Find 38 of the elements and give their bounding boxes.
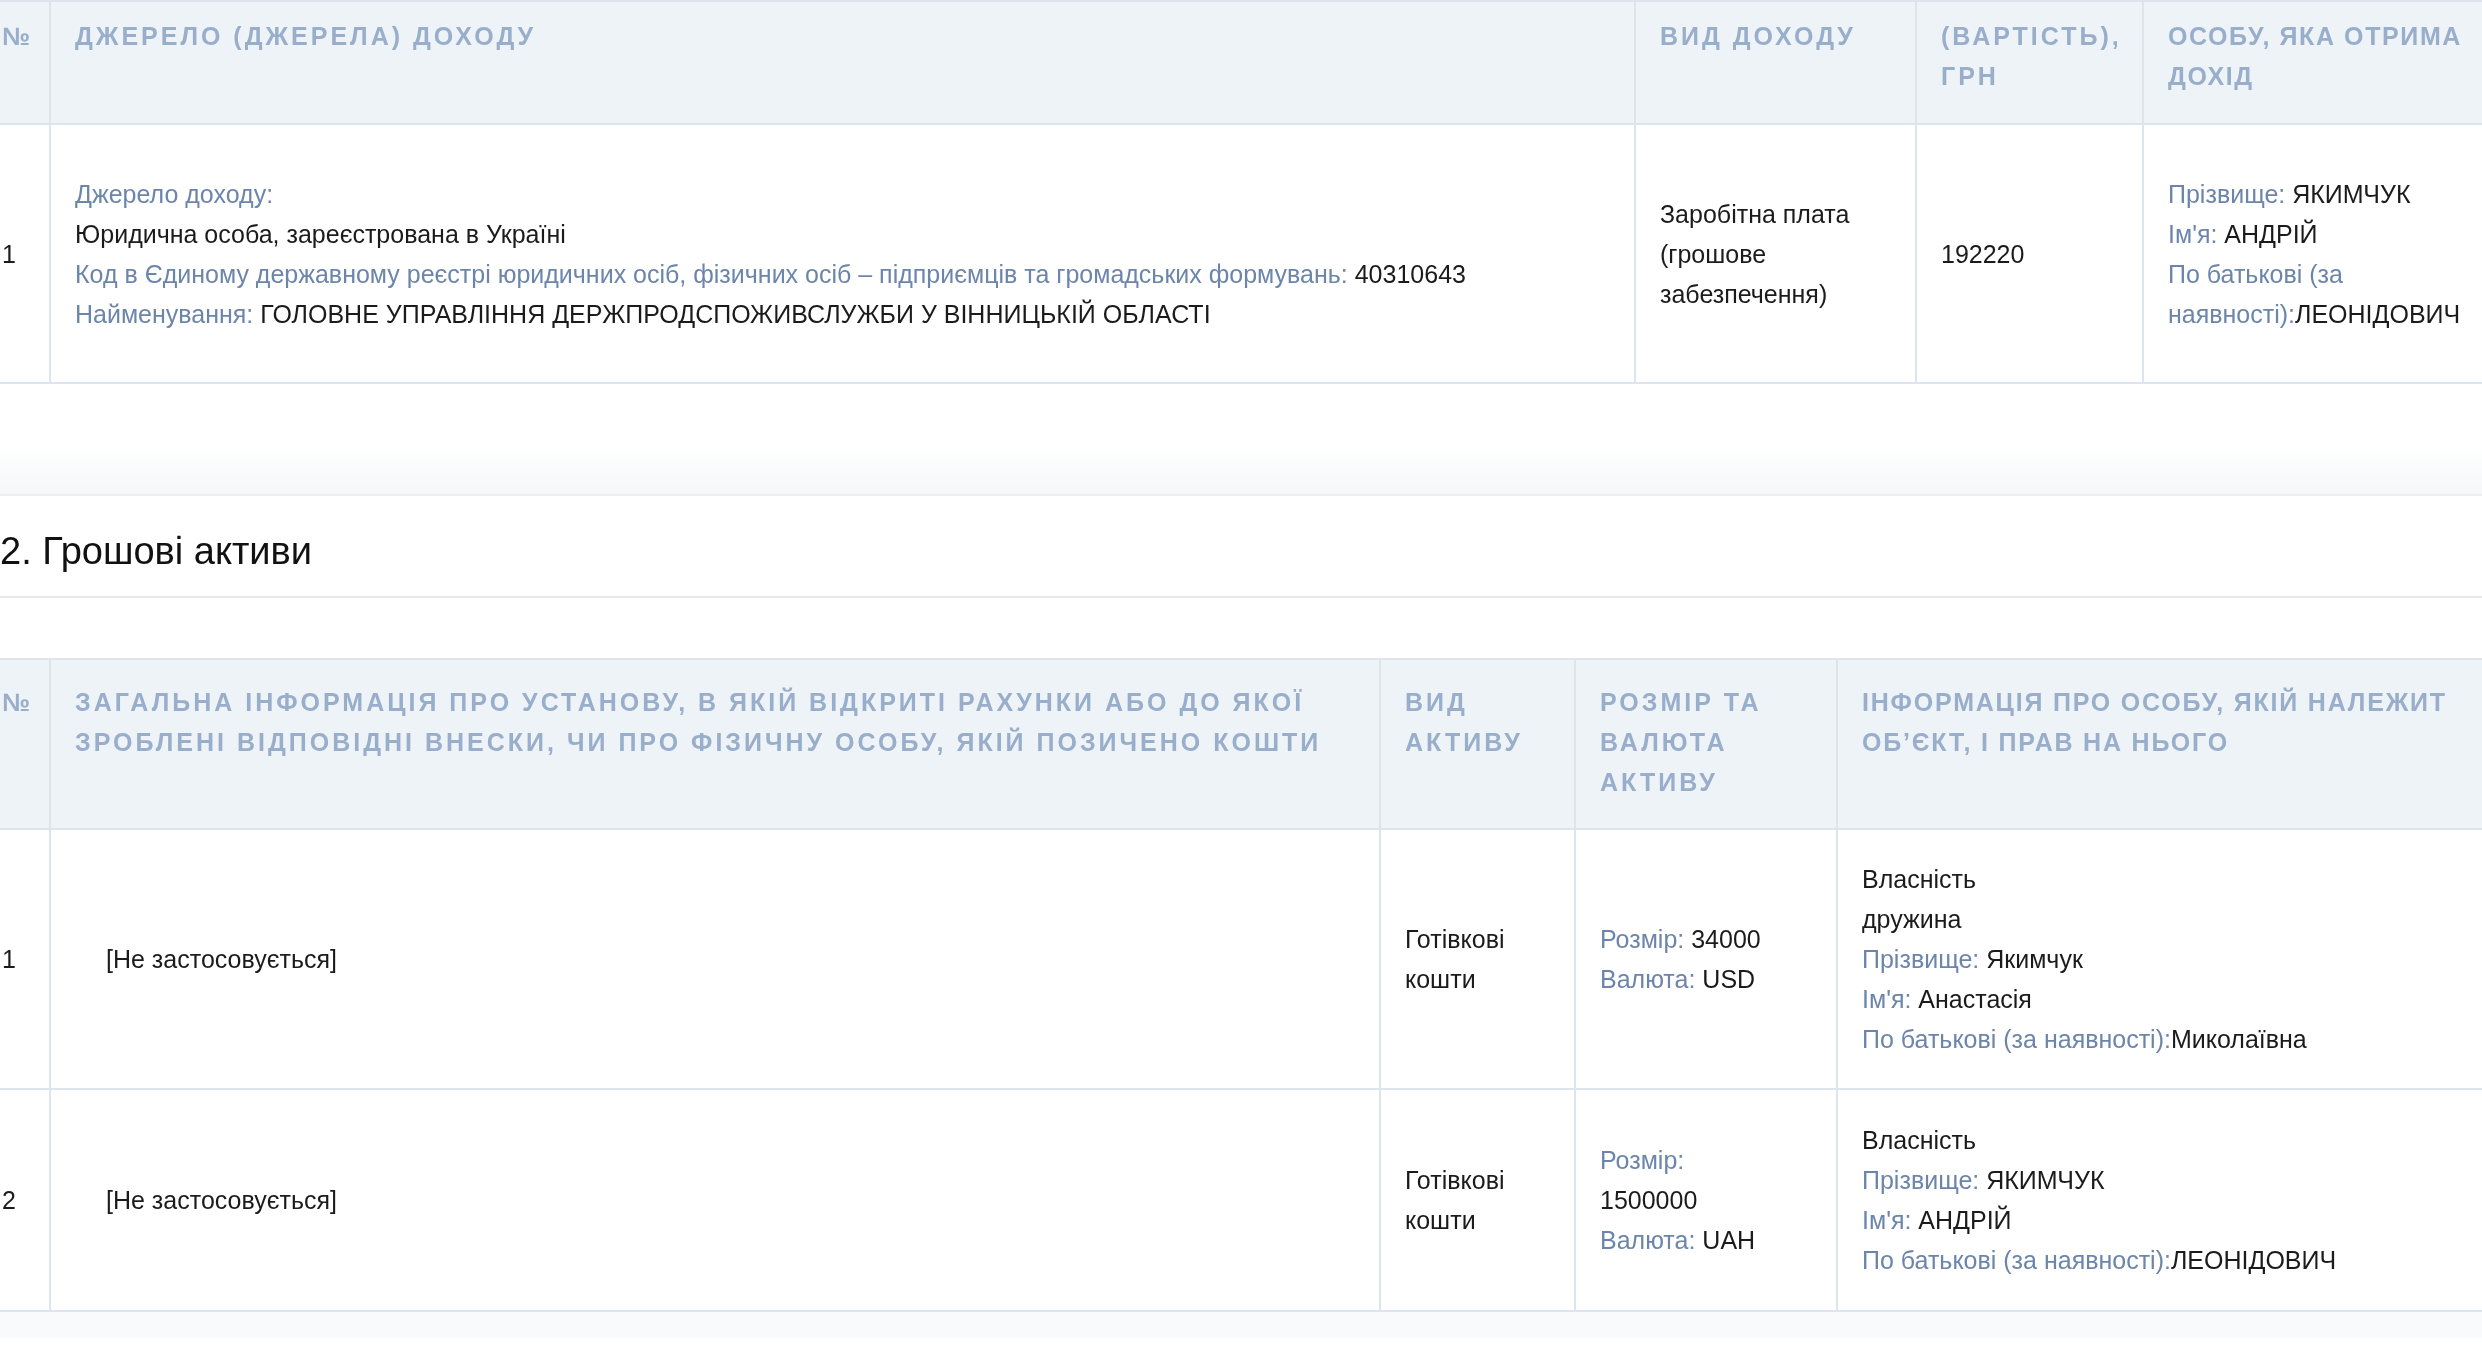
- row-number: 1: [0, 124, 50, 383]
- column-header: №: [0, 659, 50, 829]
- row-number: 1: [0, 829, 50, 1089]
- field-line: Код в Єдиному державному реєстрі юридичних осіб, фізичних осіб – підприємців та громадських формувань: 40310643: [75, 258, 1467, 290]
- field-line: Розмір: 1500000: [1600, 1145, 1699, 1216]
- field-line: Розмір: 34000: [1600, 924, 1762, 955]
- field-line: По батькові (за наявності):ЛЕОНІДОВИЧ: [1862, 1245, 2338, 1276]
- column-header: ОСОБУ, ЯКА ОТРИМА ДОХІД: [2143, 1, 2482, 124]
- table-cell: Заробітна плата (грошове забезпечення): [1635, 124, 1916, 383]
- table-cell: Готівкові кошти: [1380, 829, 1575, 1089]
- field-line: Юридична особа, зареєстрована в Україні: [75, 218, 567, 250]
- field-line: Валюта: UAH: [1600, 1225, 1757, 1256]
- column-header: ВИД АКТИВУ: [1380, 659, 1575, 829]
- column-header: ДЖЕРЕЛО (ДЖЕРЕЛА) ДОХОДУ: [50, 1, 1635, 124]
- field-line: Ім'я: АНДРІЙ: [2168, 218, 2319, 250]
- column-header: РОЗМІР ТА ВАЛЮТА АКТИВУ: [1575, 659, 1837, 829]
- field-line: Прізвище: ЯКИМЧУК: [1862, 1165, 2106, 1196]
- column-header: (ВАРТІСТЬ), ГРН: [1916, 1, 2143, 124]
- field-line: Прізвище: ЯКИМЧУК: [2168, 178, 2412, 210]
- field-line: Власність: [1862, 864, 1977, 895]
- field-line: Найменування: ГОЛОВНЕ УПРАВЛІННЯ ДЕРЖПРОДСПОЖИВСЛУЖБИ У ВІННИЦЬКІЙ ОБЛАСТІ: [75, 298, 1212, 330]
- column-header: ІНФОРМАЦІЯ ПРО ОСОБУ, ЯКІЙ НАЛЕЖИТ ОБ’ЄКТ, І ПРАВ НА НЬОГО: [1837, 659, 2482, 829]
- field-line: По батькові (за наявності):ЛЕОНІДОВИЧ: [2168, 258, 2462, 330]
- row-number: 2: [0, 1089, 50, 1311]
- field-line: Прізвище: Якимчук: [1862, 944, 2084, 975]
- table-cell: 192220: [1916, 124, 2143, 383]
- field-line: Ім'я: Анастасія: [1862, 984, 2033, 1015]
- table-cell: [Не застосовується]: [50, 829, 1380, 1089]
- field-line: дружина: [1862, 904, 1963, 935]
- field-line: Власність: [1862, 1125, 1977, 1156]
- column-header: №: [0, 1, 50, 124]
- field-line: По батькові (за наявності):Миколаївна: [1862, 1024, 2308, 1055]
- field-line: Джерело доходу:: [75, 178, 275, 210]
- section-title: 2. Грошові активи: [0, 529, 313, 574]
- field-line: Валюта: USD: [1600, 964, 1757, 995]
- column-header: ЗАГАЛЬНА ІНФОРМАЦІЯ ПРО УСТАНОВУ, В ЯКІЙ ВІДКРИТІ РАХУНКИ АБО ДО ЯКОЇ ЗРОБЛЕНІ ВІДПОВІДНІ ВНЕСКИ, ЧИ ПРО ФІЗИЧНУ ОСОБУ, ЯКІЙ ПОЗИЧЕНО КОШТИ: [50, 659, 1380, 829]
- field-line: Ім'я: АНДРІЙ: [1862, 1204, 2013, 1236]
- column-header: ВИД ДОХОДУ: [1635, 1, 1916, 124]
